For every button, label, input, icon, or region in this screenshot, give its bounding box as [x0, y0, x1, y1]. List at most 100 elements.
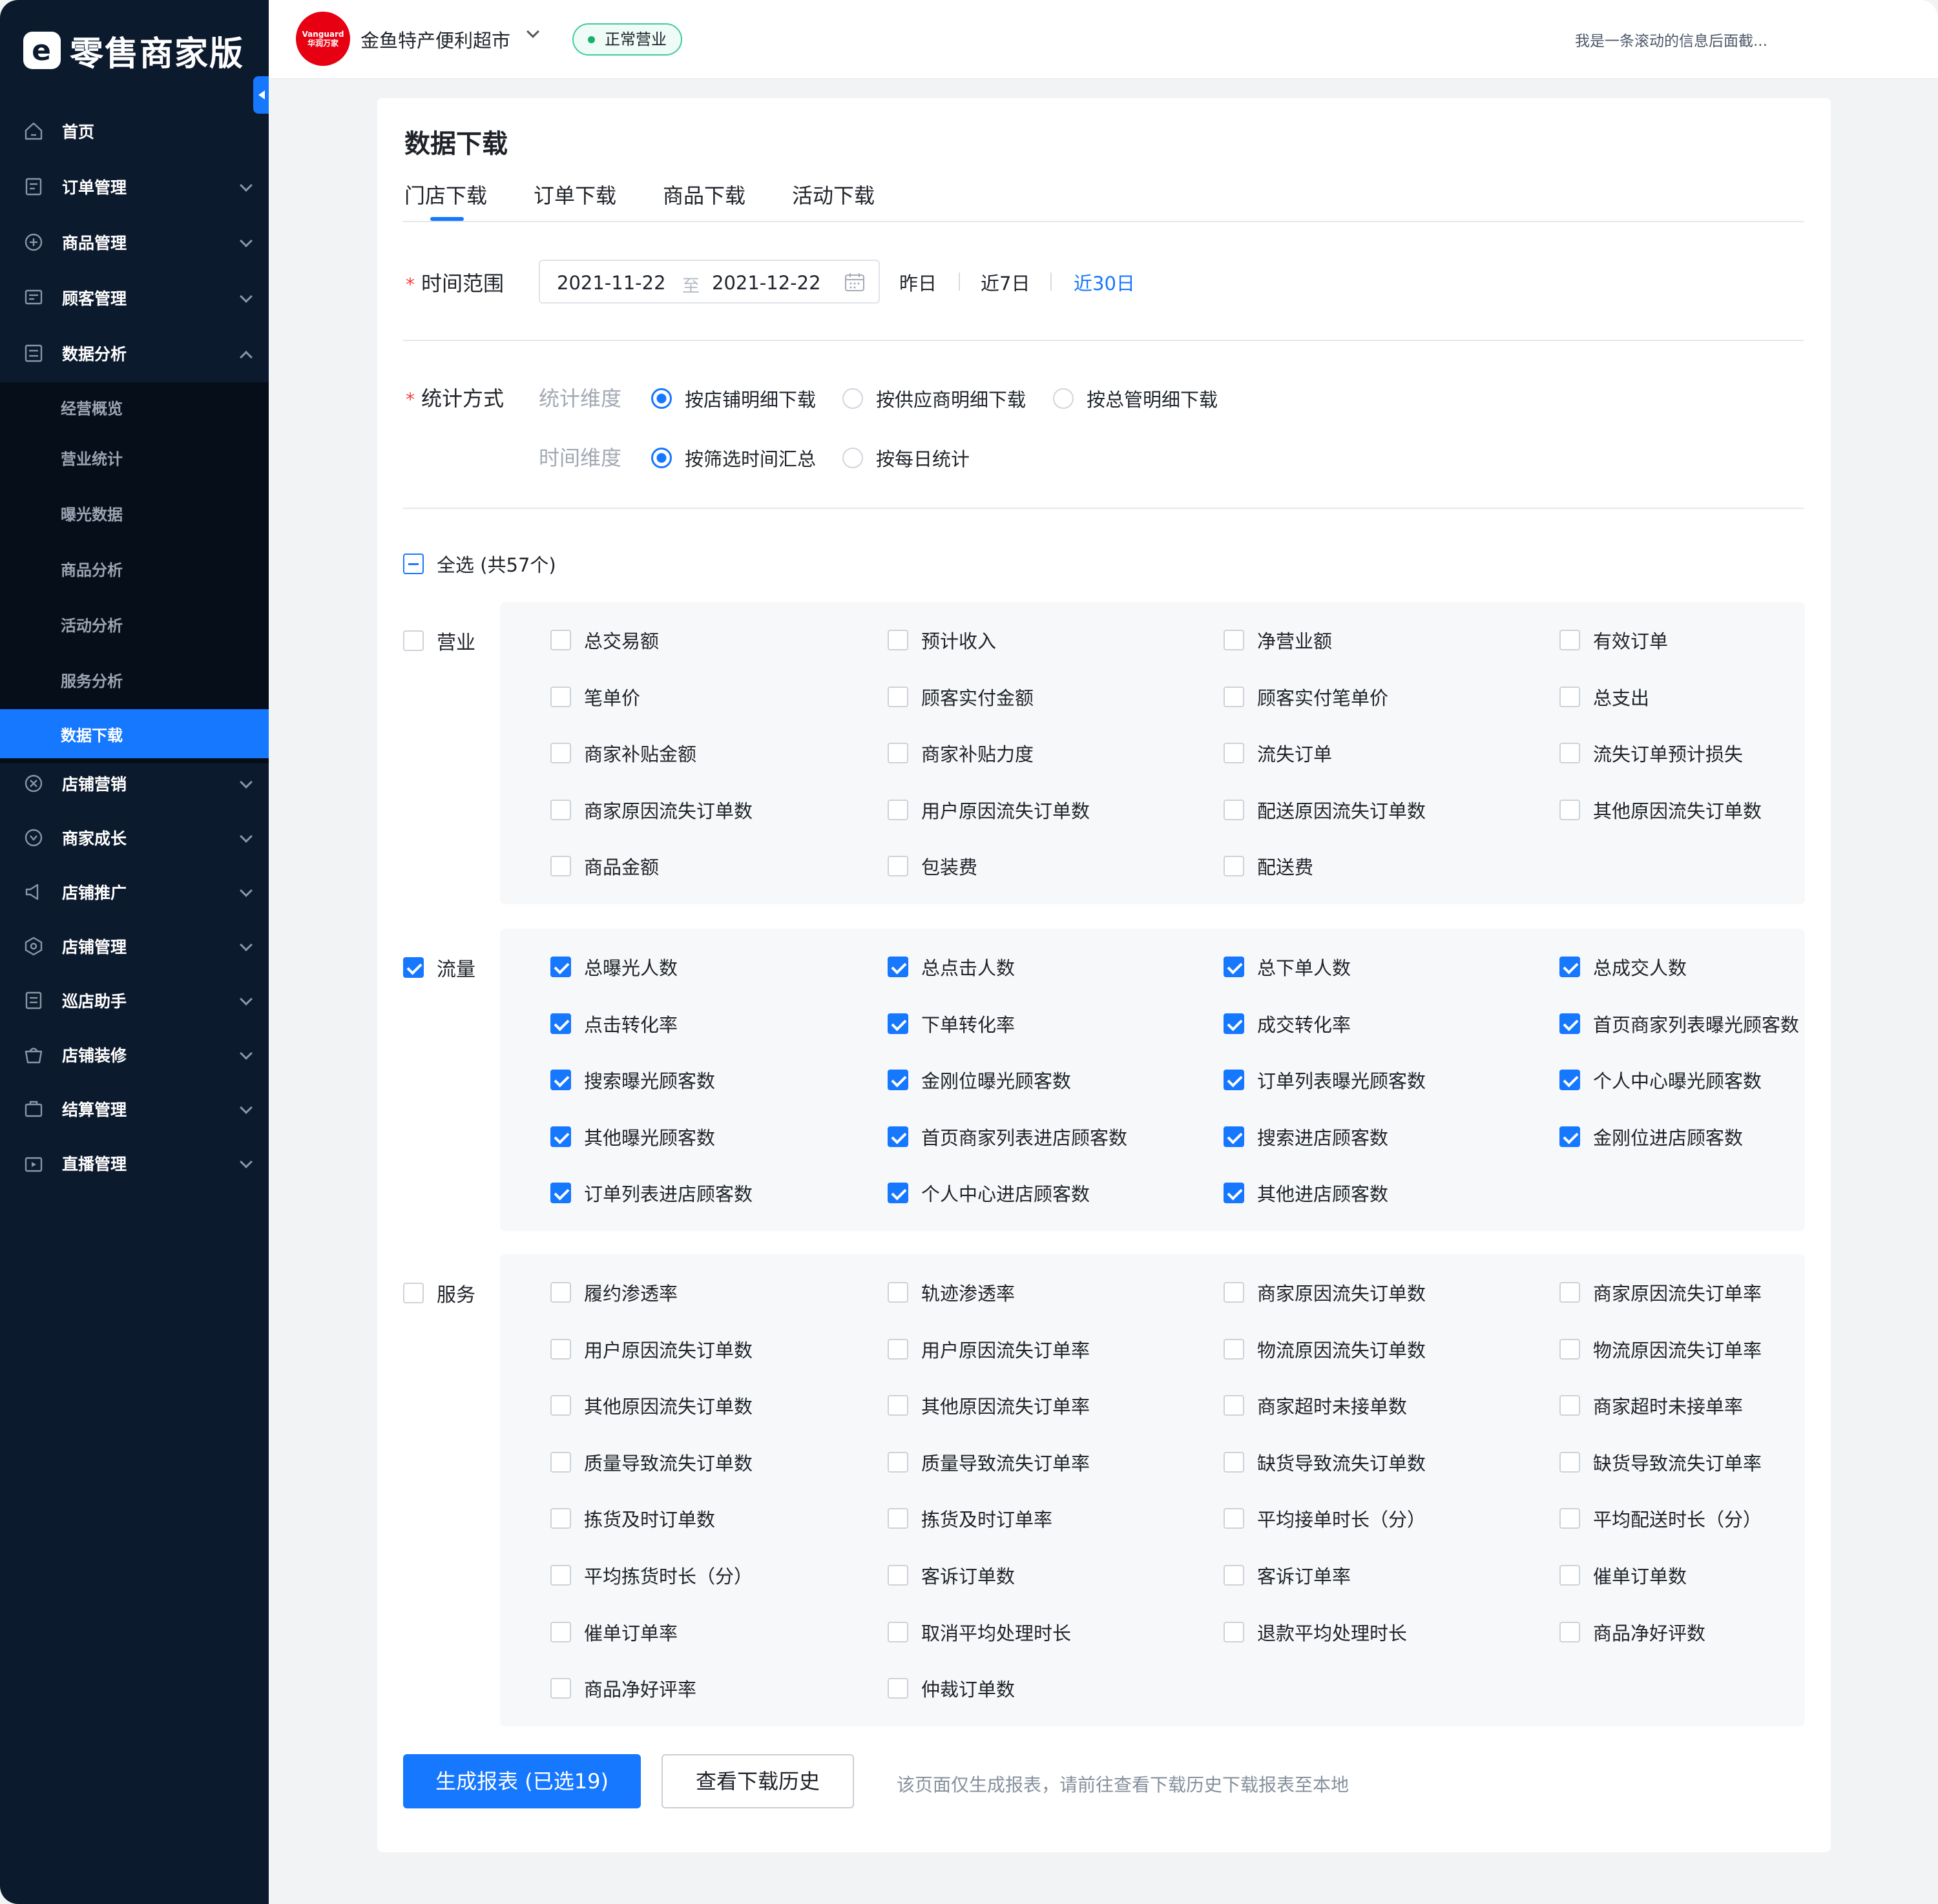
quick-7-days[interactable]: 近7日 [981, 269, 1030, 296]
submenu-item[interactable]: 数据下载 [0, 709, 269, 758]
scrolling-notice[interactable]: 我是一条滚动的信息后面截... [1575, 28, 1767, 50]
submenu-item[interactable]: 营业统计 [0, 433, 269, 482]
metric-checkbox[interactable]: 履约渗透率 [550, 1279, 678, 1306]
metric-checkbox[interactable]: 首页商家列表曝光顾客数 [1559, 1010, 1799, 1037]
metric-checkbox[interactable]: 净营业额 [1224, 626, 1332, 654]
metric-checkbox[interactable]: 商品金额 [550, 853, 659, 880]
metric-checkbox[interactable]: 拣货及时订单率 [888, 1505, 1052, 1532]
store-switch-chevron-down-icon[interactable] [526, 25, 539, 38]
sidebar-item-store-settings[interactable]: 店铺管理 [0, 918, 269, 974]
metric-checkbox[interactable]: 包装费 [888, 853, 977, 880]
metric-checkbox[interactable]: 总交易额 [550, 626, 659, 654]
sidebar-item-analysis[interactable]: 数据分析 [0, 326, 269, 381]
metric-checkbox[interactable]: 催单订单数 [1559, 1562, 1687, 1589]
tab-0[interactable]: 门店下载 [404, 180, 487, 209]
submenu-item[interactable]: 经营概览 [0, 382, 269, 431]
metric-checkbox[interactable]: 商家原因流失订单率 [1559, 1279, 1762, 1306]
metric-checkbox[interactable]: 商家超时未接单数 [1224, 1392, 1407, 1419]
sidebar-item-product[interactable]: 商品管理 [0, 214, 269, 270]
store-name[interactable]: 金鱼特产便利超市 [360, 26, 510, 53]
metric-checkbox[interactable]: 个人中心进店顾客数 [888, 1179, 1090, 1206]
metric-checkbox[interactable]: 订单列表曝光顾客数 [1224, 1066, 1426, 1093]
app-logo[interactable]: e 零售商家版 [23, 25, 244, 76]
metric-checkbox[interactable]: 平均拣货时长（分） [550, 1562, 753, 1589]
metric-checkbox[interactable]: 首页商家列表进店顾客数 [888, 1123, 1127, 1150]
quick-yesterday[interactable]: 昨日 [899, 269, 937, 296]
sidebar-item-decoration[interactable]: 店铺装修 [0, 1027, 269, 1082]
metric-checkbox[interactable]: 下单转化率 [888, 1010, 1015, 1037]
submenu-item[interactable]: 活动分析 [0, 599, 269, 648]
metric-checkbox[interactable]: 质量导致流失订单数 [550, 1449, 753, 1476]
metric-checkbox[interactable]: 订单列表进店顾客数 [550, 1179, 753, 1206]
metric-checkbox[interactable]: 商家原因流失订单数 [1224, 1279, 1426, 1306]
metric-checkbox[interactable]: 商品净好评率 [550, 1675, 696, 1702]
tab-1[interactable]: 订单下载 [534, 180, 616, 209]
time-dimension-radio[interactable]: 按每日统计 [842, 444, 970, 471]
tab-2[interactable]: 商品下载 [663, 180, 745, 209]
metric-checkbox[interactable]: 质量导致流失订单率 [888, 1449, 1090, 1476]
metric-group-checkbox[interactable]: 服务 [403, 1279, 475, 1307]
sidebar-item-order[interactable]: 订单管理 [0, 159, 269, 214]
metric-checkbox[interactable]: 客诉订单数 [888, 1562, 1015, 1589]
metric-checkbox[interactable]: 用户原因流失订单数 [888, 796, 1090, 823]
select-all-checkbox[interactable]: 全选 (共57个) [403, 550, 556, 577]
metric-checkbox[interactable]: 金刚位进店顾客数 [1559, 1123, 1743, 1150]
metric-checkbox[interactable]: 流失订单预计损失 [1559, 740, 1743, 767]
metric-checkbox[interactable]: 笔单价 [550, 683, 640, 710]
metric-checkbox[interactable]: 总下单人数 [1224, 953, 1351, 980]
sidebar-item-growth[interactable]: 商家成长 [0, 810, 269, 865]
metric-checkbox[interactable]: 商品净好评数 [1559, 1619, 1705, 1646]
sidebar-item-patrol[interactable]: 巡店助手 [0, 973, 269, 1028]
metric-checkbox[interactable]: 流失订单 [1224, 740, 1332, 767]
metric-checkbox[interactable]: 轨迹渗透率 [888, 1279, 1015, 1306]
metric-checkbox[interactable]: 商家补贴力度 [888, 740, 1034, 767]
metric-checkbox[interactable]: 点击转化率 [550, 1010, 678, 1037]
sidebar-item-promotion[interactable]: 店铺推广 [0, 864, 269, 920]
metric-checkbox[interactable]: 仲裁订单数 [888, 1675, 1015, 1702]
metric-checkbox[interactable]: 搜索进店顾客数 [1224, 1123, 1388, 1150]
metric-checkbox[interactable]: 商家原因流失订单数 [550, 796, 753, 823]
stats-dimension-radio[interactable]: 按店铺明细下载 [651, 385, 816, 412]
metric-checkbox[interactable]: 预计收入 [888, 626, 996, 654]
metric-checkbox[interactable]: 配送费 [1224, 853, 1313, 880]
metric-checkbox[interactable]: 取消平均处理时长 [888, 1619, 1071, 1646]
metric-checkbox[interactable]: 其他原因流失订单数 [1559, 796, 1762, 823]
generate-report-button[interactable]: 生成报表 (已选19) [403, 1754, 641, 1808]
metric-checkbox[interactable]: 缺货导致流失订单数 [1224, 1449, 1426, 1476]
submenu-item[interactable]: 曝光数据 [0, 488, 269, 537]
sidebar-item-live[interactable]: 直播管理 [0, 1135, 269, 1191]
tab-3[interactable]: 活动下载 [792, 180, 875, 209]
metric-checkbox[interactable]: 退款平均处理时长 [1224, 1619, 1407, 1646]
metric-checkbox[interactable]: 顾客实付笔单价 [1224, 683, 1388, 710]
metric-checkbox[interactable]: 物流原因流失订单数 [1224, 1336, 1426, 1363]
metric-checkbox[interactable]: 用户原因流失订单数 [550, 1336, 753, 1363]
metric-checkbox[interactable]: 有效订单 [1559, 626, 1668, 654]
metric-checkbox[interactable]: 缺货导致流失订单率 [1559, 1449, 1762, 1476]
metric-checkbox[interactable]: 顾客实付金额 [888, 683, 1034, 710]
metric-checkbox[interactable]: 成交转化率 [1224, 1010, 1351, 1037]
metric-checkbox[interactable]: 物流原因流失订单率 [1559, 1336, 1762, 1363]
metric-checkbox[interactable]: 个人中心曝光顾客数 [1559, 1066, 1762, 1093]
metric-checkbox[interactable]: 催单订单率 [550, 1619, 678, 1646]
quick-30-days[interactable]: 近30日 [1074, 269, 1135, 296]
metric-checkbox[interactable]: 其他进店顾客数 [1224, 1179, 1388, 1206]
stats-dimension-radio[interactable]: 按供应商明细下载 [842, 385, 1026, 412]
metric-checkbox[interactable]: 总点击人数 [888, 953, 1015, 980]
metric-checkbox[interactable]: 用户原因流失订单率 [888, 1336, 1090, 1363]
calendar-icon[interactable] [844, 271, 866, 293]
submenu-item[interactable]: 服务分析 [0, 655, 269, 704]
metric-checkbox[interactable]: 其他原因流失订单率 [888, 1392, 1090, 1419]
metric-checkbox[interactable]: 商家补贴金额 [550, 740, 696, 767]
date-range-picker[interactable]: 2021-11-22 至 2021-12-22 [539, 260, 880, 304]
metric-checkbox[interactable]: 拣货及时订单数 [550, 1505, 715, 1532]
sidebar-item-marketing[interactable]: 店铺营销 [0, 756, 269, 811]
metric-checkbox[interactable]: 平均配送时长（分） [1559, 1505, 1762, 1532]
sidebar-item-settlement[interactable]: 结算管理 [0, 1081, 269, 1137]
time-dimension-radio[interactable]: 按筛选时间汇总 [651, 444, 816, 471]
metric-checkbox[interactable]: 搜索曝光顾客数 [550, 1066, 715, 1093]
metric-checkbox[interactable]: 配送原因流失订单数 [1224, 796, 1426, 823]
date-start-input[interactable]: 2021-11-22 [557, 272, 666, 294]
metric-checkbox[interactable]: 商家超时未接单率 [1559, 1392, 1743, 1419]
metric-group-checkbox[interactable]: 营业 [403, 626, 475, 655]
sidebar-item-customer[interactable]: 顾客管理 [0, 270, 269, 326]
